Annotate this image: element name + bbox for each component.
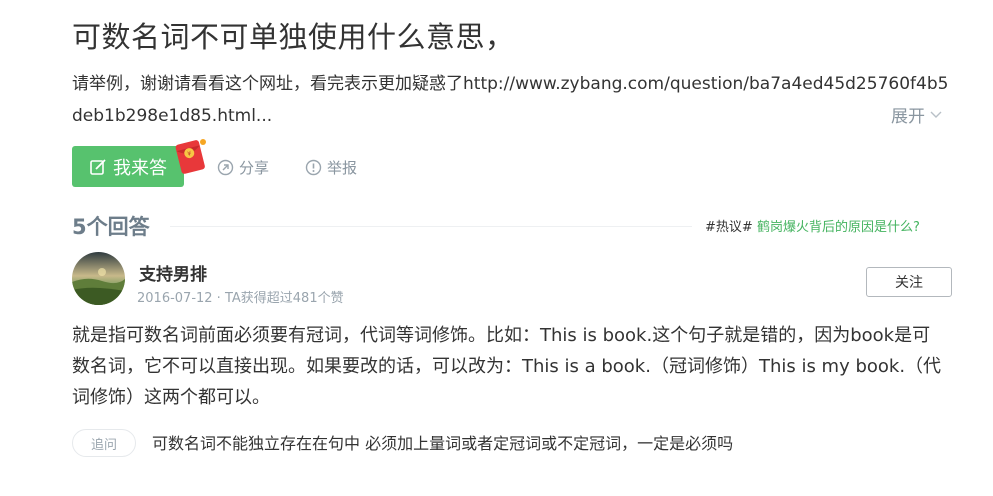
share-icon bbox=[217, 159, 234, 176]
avatar[interactable] bbox=[72, 252, 125, 305]
question-description: 请举例，谢谢请看看这个网址，看完表示更加疑惑了http://www.zybang… bbox=[72, 74, 949, 126]
answer-button-label: 我来答 bbox=[113, 157, 167, 179]
answer-meta: 2016-07-12 · TA获得超过481个赞 bbox=[137, 291, 344, 306]
hot-topic[interactable]: #热议# 鹤岗爆火背后的原因是什么? bbox=[705, 216, 920, 235]
expand-label: 展开 bbox=[891, 107, 925, 127]
follow-button[interactable]: 关注 bbox=[866, 267, 952, 297]
share-button[interactable]: 分享 bbox=[217, 157, 269, 178]
answer-content: 就是指可数名词前面必须要有冠词，代词等词修饰。比如：This is book.这… bbox=[72, 325, 942, 408]
chevron-down-icon bbox=[930, 111, 942, 118]
answer-count: 5个回答 bbox=[72, 215, 150, 239]
hot-topic-link[interactable]: 鹤岗爆火背后的原因是什么? bbox=[757, 220, 920, 235]
edit-icon bbox=[90, 158, 106, 175]
report-label: 举报 bbox=[327, 159, 358, 177]
share-label: 分享 bbox=[239, 159, 270, 177]
expand-button[interactable]: 展开 bbox=[891, 102, 943, 127]
followup-text: 可数名词不能独立存在在句中 必须加上量词或者定冠词或不定冠词，一定是必须吗 bbox=[152, 434, 734, 453]
report-button[interactable]: 举报 bbox=[305, 157, 357, 178]
followup-badge: 追问 bbox=[72, 429, 136, 457]
red-envelope-icon[interactable]: ¥ bbox=[170, 134, 210, 176]
answer-button[interactable]: 我来答 bbox=[72, 146, 184, 187]
answer-username[interactable]: 支持男排 bbox=[139, 260, 207, 285]
report-icon bbox=[305, 159, 322, 176]
hot-tag: #热议# bbox=[705, 220, 753, 235]
section-divider bbox=[170, 226, 692, 227]
question-title: 可数名词不可单独使用什么意思， bbox=[72, 20, 515, 54]
